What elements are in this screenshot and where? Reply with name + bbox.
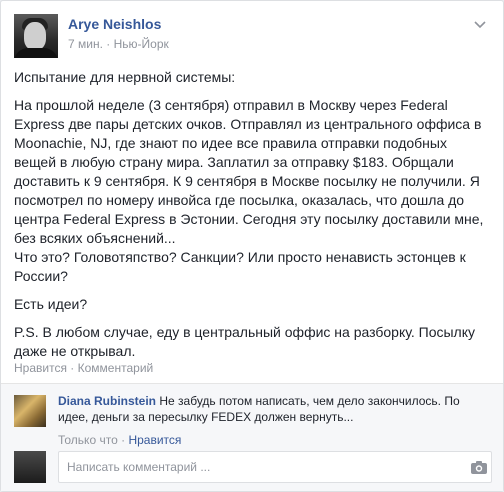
comment-like-button[interactable]: Нравится — [128, 433, 181, 447]
post-paragraph: Испытание для нервной системы: — [14, 69, 236, 85]
action-separator: · — [70, 361, 75, 375]
like-button[interactable]: Нравится — [14, 361, 67, 375]
post-actions: Нравится · Комментарий — [14, 361, 153, 375]
comment-body: Diana Rubinstein Не забудь потом написат… — [58, 393, 488, 425]
camera-icon[interactable] — [470, 459, 488, 475]
author-avatar[interactable] — [14, 14, 58, 58]
post-card: Arye Neishlos 7 мин. · Нью-Йорк Испытани… — [0, 0, 504, 492]
post-header: Arye Neishlos 7 мин. · Нью-Йорк — [14, 14, 492, 58]
post-time[interactable]: 7 мин. — [68, 37, 103, 51]
post-paragraph: P.S. В любом случае, еду в центральный о… — [14, 324, 475, 359]
comment-meta: Только что · Нравится — [58, 433, 181, 447]
comment-button[interactable]: Комментарий — [78, 361, 154, 375]
comments-section: Diana Rubinstein Не забудь потом написат… — [1, 384, 503, 491]
post-meta: 7 мин. · Нью-Йорк — [68, 37, 169, 51]
current-user-avatar — [14, 451, 46, 483]
post-content: Испытание для нервной системы: На прошло… — [14, 68, 492, 370]
commenter-name[interactable]: Diana Rubinstein — [58, 394, 156, 408]
comment-input[interactable]: Написать комментарий ... — [58, 451, 492, 483]
comment-composer: Написать комментарий ... — [14, 451, 492, 483]
author-name[interactable]: Arye Neishlos — [68, 16, 161, 32]
chevron-down-icon[interactable] — [472, 16, 488, 32]
comment-time[interactable]: Только что — [58, 433, 118, 447]
post-paragraph: Есть идеи? — [14, 296, 88, 312]
post-location[interactable]: Нью-Йорк — [114, 37, 169, 51]
comment-item: Diana Rubinstein Не забудь потом написат… — [14, 393, 492, 447]
comment-meta-separator: · — [121, 433, 126, 447]
meta-separator: · — [106, 37, 111, 51]
commenter-avatar[interactable] — [14, 395, 46, 427]
post-paragraph: На прошлой неделе (3 сентября) отправил … — [14, 97, 484, 284]
